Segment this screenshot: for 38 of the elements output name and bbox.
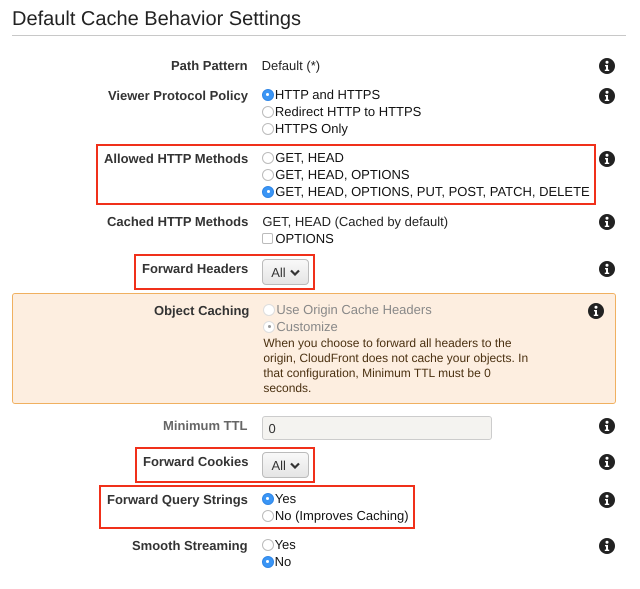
section-title: Default Cache Behavior Settings bbox=[12, 7, 302, 31]
checkbox-option[interactable]: OPTIONS bbox=[262, 230, 448, 247]
warning-message: When you choose to forward all headers to the origin, CloudFront does not cache your objects. In that configuration, Minimum TTL must be 0 seconds. bbox=[263, 336, 530, 396]
info-icon[interactable] bbox=[588, 303, 604, 319]
radio-option[interactable]: No (Improves Caching) bbox=[262, 507, 409, 524]
field-label: Smooth Streaming bbox=[132, 537, 248, 554]
field-label: Cached HTTP Methods bbox=[107, 213, 248, 230]
radio-option[interactable]: GET, HEAD, OPTIONS bbox=[262, 166, 590, 183]
dropdown-button[interactable]: All bbox=[262, 259, 309, 285]
info-icon[interactable] bbox=[599, 58, 615, 74]
radio-option[interactable]: Redirect HTTP to HTTPS bbox=[262, 103, 422, 120]
info-icon[interactable] bbox=[599, 261, 615, 277]
field-label: Minimum TTL bbox=[163, 417, 248, 434]
chevron-down-icon bbox=[290, 268, 300, 276]
field-label: Object Caching bbox=[154, 302, 250, 319]
chevron-down-icon bbox=[290, 462, 300, 468]
field-value: Default (*) bbox=[262, 57, 320, 74]
field-label: Path Pattern bbox=[171, 57, 248, 74]
radio-option[interactable]: Yes bbox=[262, 536, 296, 553]
field-label: Viewer Protocol Policy bbox=[108, 87, 248, 104]
field-label: Forward Query Strings bbox=[107, 491, 248, 508]
info-icon[interactable] bbox=[599, 88, 615, 104]
radio-option[interactable]: No bbox=[262, 553, 296, 570]
info-icon[interactable] bbox=[599, 151, 615, 167]
field-label: Allowed HTTP Methods bbox=[104, 150, 248, 167]
radio-option[interactable]: Yes bbox=[262, 490, 409, 507]
field-value: GET, HEAD (Cached by default) bbox=[262, 213, 448, 230]
info-icon[interactable] bbox=[599, 214, 615, 230]
radio-option[interactable]: GET, HEAD, OPTIONS, PUT, POST, PATCH, DELETE bbox=[262, 183, 590, 200]
info-icon[interactable] bbox=[599, 492, 615, 508]
info-icon[interactable] bbox=[599, 538, 615, 554]
dropdown-button[interactable]: All bbox=[262, 452, 309, 478]
radio-option[interactable]: GET, HEAD bbox=[262, 149, 590, 166]
field-label: Forward Cookies bbox=[143, 453, 248, 470]
field-label: Forward Headers bbox=[142, 260, 248, 277]
info-icon[interactable] bbox=[599, 454, 615, 470]
radio-option[interactable]: HTTP and HTTPS bbox=[262, 86, 422, 103]
radio-option[interactable]: HTTPS Only bbox=[262, 120, 422, 137]
